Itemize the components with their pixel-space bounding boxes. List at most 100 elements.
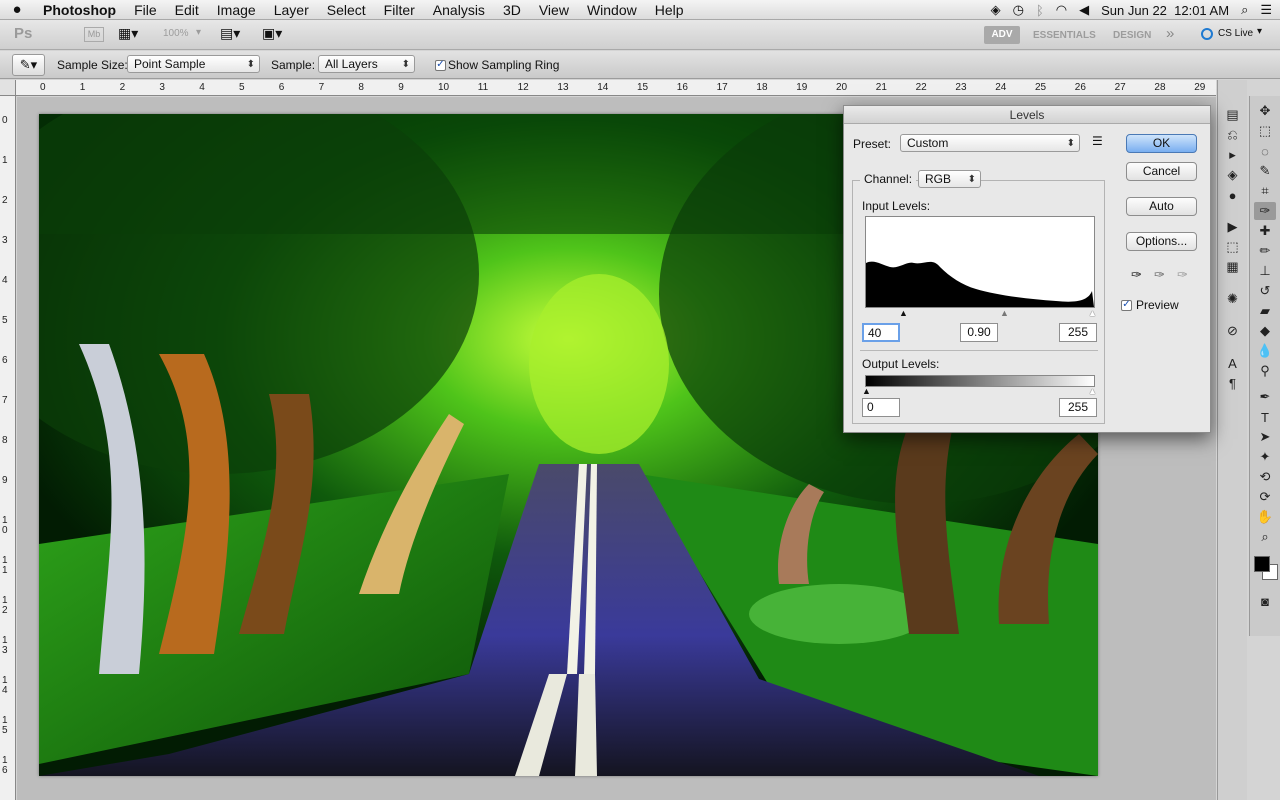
history-brush-tool-icon[interactable]: ↺ bbox=[1254, 282, 1276, 300]
workspace-adv[interactable]: ADV bbox=[984, 26, 1020, 44]
sample-size-select[interactable]: Point Sample bbox=[127, 55, 260, 73]
ps-logo[interactable]: Ps bbox=[14, 25, 32, 42]
menu-window[interactable]: Window bbox=[578, 0, 646, 20]
checkbox-checked-icon[interactable]: ✓ bbox=[1121, 299, 1132, 311]
black-point-eyedropper-icon[interactable]: ✑ bbox=[1131, 267, 1142, 283]
menu-select[interactable]: Select bbox=[318, 0, 375, 20]
paragraph-panel-icon[interactable]: ¶ bbox=[1222, 374, 1244, 392]
wifi-icon[interactable]: ◠ bbox=[1056, 2, 1067, 18]
preset-options-icon[interactable]: ☰ bbox=[1092, 134, 1103, 148]
notifications-icon[interactable]: ☰ bbox=[1260, 2, 1272, 18]
lasso-tool-icon[interactable]: ◌ bbox=[1254, 142, 1276, 160]
levels-dialog-title[interactable]: Levels bbox=[844, 106, 1210, 124]
shape-tool-icon[interactable]: ✦ bbox=[1254, 448, 1276, 466]
menu-filter[interactable]: Filter bbox=[375, 0, 424, 20]
white-point-eyedropper-icon[interactable]: ✑ bbox=[1177, 267, 1188, 283]
menu-file[interactable]: File bbox=[125, 0, 166, 20]
crop-tool-icon[interactable]: ⌗ bbox=[1254, 182, 1276, 200]
input-black-field[interactable]: 40 bbox=[862, 323, 900, 342]
3d-orbit-tool-icon[interactable]: ⟳ bbox=[1254, 488, 1276, 506]
auto-button[interactable]: Auto bbox=[1126, 197, 1197, 216]
mini-bridge-button[interactable]: Mb bbox=[84, 27, 104, 42]
eraser-tool-icon[interactable]: ▰ bbox=[1254, 302, 1276, 320]
menu-app[interactable]: Photoshop bbox=[34, 0, 125, 20]
channels-panel-icon[interactable]: ● bbox=[1222, 186, 1244, 204]
checkbox-checked-icon[interactable]: ✓ bbox=[435, 59, 446, 71]
spotlight-icon[interactable]: ⌕ bbox=[1241, 2, 1248, 18]
workspace-design[interactable]: DESIGN bbox=[1113, 30, 1151, 41]
mini-bridge-panel-icon[interactable]: ▤ bbox=[1222, 106, 1244, 124]
paint-bucket-tool-icon[interactable]: ◆ bbox=[1254, 322, 1276, 340]
path-selection-tool-icon[interactable]: ➤ bbox=[1254, 428, 1276, 446]
output-white-field[interactable]: 255 bbox=[1059, 398, 1097, 417]
marquee-tool-icon[interactable]: ⬚ bbox=[1254, 122, 1276, 140]
animation-panel-icon[interactable]: ▶ bbox=[1222, 218, 1244, 236]
show-sampling-ring-checkbox[interactable]: ✓ Show Sampling Ring bbox=[435, 58, 559, 72]
cancel-button[interactable]: Cancel bbox=[1126, 162, 1197, 181]
3d-panel-icon[interactable]: ✺ bbox=[1222, 290, 1244, 308]
eyedropper-preset-button[interactable]: ✎▾ bbox=[12, 54, 45, 76]
hand-tool-icon[interactable]: ✋ bbox=[1254, 508, 1276, 526]
gray-point-eyedropper-icon[interactable]: ✑ bbox=[1154, 267, 1165, 283]
type-tool-icon[interactable]: T bbox=[1254, 408, 1276, 426]
blur-tool-icon[interactable]: 💧 bbox=[1254, 342, 1276, 360]
input-gamma-slider-icon[interactable]: ▲ bbox=[1000, 308, 1009, 318]
clone-stamp-tool-icon[interactable]: ⊥ bbox=[1254, 262, 1276, 280]
sample-select[interactable]: All Layers bbox=[318, 55, 415, 73]
cs-live-dropdown-icon[interactable]: ▾ bbox=[1257, 26, 1262, 37]
output-black-field[interactable]: 0 bbox=[862, 398, 900, 417]
3d-rotate-tool-icon[interactable]: ⟲ bbox=[1254, 468, 1276, 486]
zoom-level[interactable]: 100% bbox=[163, 28, 189, 39]
character-panel-icon[interactable]: A bbox=[1222, 354, 1244, 372]
zoom-tool-icon[interactable]: ⌕ bbox=[1254, 528, 1276, 546]
menu-help[interactable]: Help bbox=[646, 0, 693, 20]
dropbox-icon[interactable]: ◈ bbox=[991, 2, 1001, 18]
preview-checkbox[interactable]: ✓ Preview bbox=[1121, 298, 1179, 312]
input-gamma-field[interactable]: 0.90 bbox=[960, 323, 998, 342]
history-panel-icon[interactable]: ⎌ bbox=[1222, 126, 1244, 144]
horizontal-ruler[interactable]: 0 1 2 3 4 5 6 7 8 9 10 11 12 13 14 15 16 17 18 19 20 21 22 23 24… bbox=[16, 80, 1216, 96]
input-black-slider-icon[interactable]: ▲ bbox=[899, 308, 908, 318]
foreground-color-swatch[interactable] bbox=[1254, 556, 1270, 572]
output-black-slider-icon[interactable]: ▲ bbox=[862, 386, 871, 396]
view-extras-button[interactable]: ▦▾ bbox=[118, 25, 138, 42]
menu-view[interactable]: View bbox=[530, 0, 578, 20]
bluetooth-icon[interactable]: ᛒ bbox=[1036, 3, 1044, 18]
clone-source-panel-icon[interactable]: ⊘ bbox=[1222, 322, 1244, 340]
apple-icon[interactable]: ● bbox=[0, 1, 34, 18]
workspace-essentials[interactable]: ESSENTIALS bbox=[1033, 30, 1096, 41]
quick-mask-icon[interactable]: ◙ bbox=[1254, 592, 1276, 610]
menu-image[interactable]: Image bbox=[208, 0, 265, 20]
menu-layer[interactable]: Layer bbox=[265, 0, 318, 20]
menu-analysis[interactable]: Analysis bbox=[424, 0, 494, 20]
eyedropper-tool-icon[interactable]: ✑ bbox=[1254, 202, 1276, 220]
healing-brush-tool-icon[interactable]: ✚ bbox=[1254, 222, 1276, 240]
volume-icon[interactable]: ◀ bbox=[1079, 2, 1089, 18]
clock[interactable]: Sun Jun 22 12:01 AM bbox=[1101, 3, 1229, 18]
options-button[interactable]: Options... bbox=[1126, 232, 1197, 251]
brush-tool-icon[interactable]: ✏ bbox=[1254, 242, 1276, 260]
time-machine-icon[interactable]: ◷ bbox=[1013, 2, 1024, 18]
measurement-panel-icon[interactable]: ⬚ bbox=[1222, 238, 1244, 256]
ok-button[interactable]: OK bbox=[1126, 134, 1197, 153]
cs-live-icon[interactable] bbox=[1201, 28, 1213, 40]
channel-select[interactable]: RGB bbox=[918, 170, 981, 188]
layers-panel-icon[interactable]: ◈ bbox=[1222, 166, 1244, 184]
ruler-corner[interactable] bbox=[0, 80, 16, 96]
quick-selection-tool-icon[interactable]: ✎ bbox=[1254, 162, 1276, 180]
input-white-slider-icon[interactable]: ▲ bbox=[1088, 308, 1097, 318]
actions-panel-icon[interactable]: ▸ bbox=[1222, 146, 1244, 164]
zoom-dropdown-icon[interactable]: ▾ bbox=[196, 27, 201, 38]
pen-tool-icon[interactable]: ✒ bbox=[1254, 388, 1276, 406]
preset-select[interactable]: Custom bbox=[900, 134, 1080, 152]
menu-edit[interactable]: Edit bbox=[166, 0, 208, 20]
dodge-tool-icon[interactable]: ⚲ bbox=[1254, 362, 1276, 380]
cs-live-label[interactable]: CS Live bbox=[1218, 28, 1253, 39]
arrange-documents-button[interactable]: ▤▾ bbox=[220, 25, 240, 42]
input-white-field[interactable]: 255 bbox=[1059, 323, 1097, 342]
move-tool-icon[interactable]: ✥ bbox=[1254, 102, 1276, 120]
swatches-panel-icon[interactable]: ▦ bbox=[1222, 258, 1244, 276]
more-workspaces-button[interactable]: » bbox=[1166, 25, 1174, 42]
screen-mode-button[interactable]: ▣▾ bbox=[262, 25, 282, 42]
output-white-slider-icon[interactable]: ▲ bbox=[1088, 386, 1097, 396]
